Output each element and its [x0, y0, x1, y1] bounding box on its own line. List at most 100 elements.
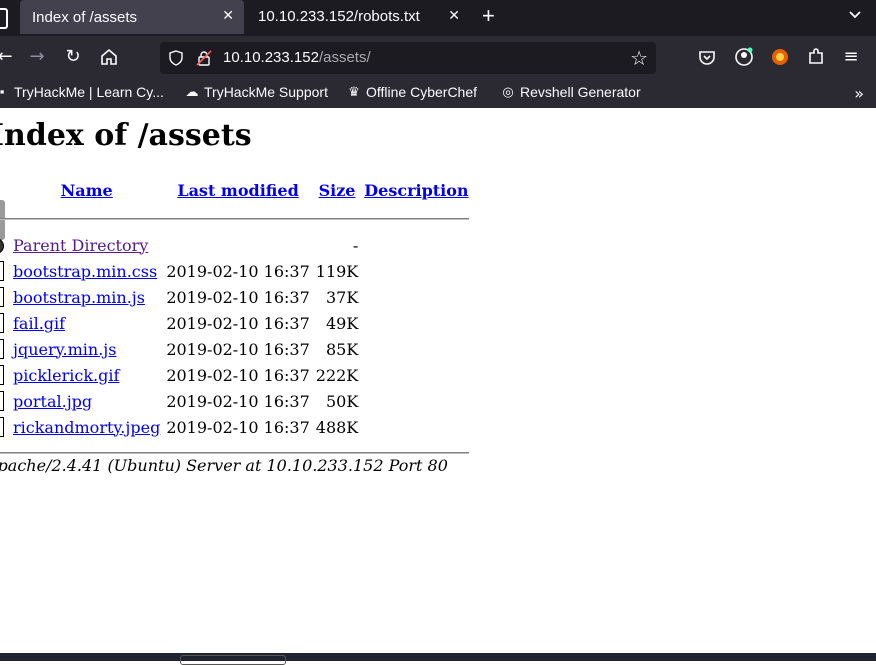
icon-cell [0, 310, 10, 336]
chevron-down-icon[interactable] [848, 8, 862, 22]
bookmarks-overflow-icon[interactable]: » [854, 84, 864, 103]
bookmark-label: Revshell Generator [520, 84, 641, 100]
name-cell: bootstrap.min.css [10, 258, 163, 284]
cloud-icon: ☁ [185, 84, 199, 99]
table-row: jquery.min.js 2019-02-10 16:37 85K [0, 336, 472, 362]
bookmark-label: Offline CyberChef [366, 84, 478, 100]
description-cell [361, 232, 471, 258]
bookmark-tryhackme[interactable]: ▪ TryHackMe | Learn Cy... [0, 84, 164, 100]
menu-hamburger-icon[interactable]: ≡ [840, 46, 862, 68]
icon-cell [0, 258, 10, 284]
tab-bar: Index of /assets ✕ 10.10.233.152/robots.… [0, 0, 876, 36]
parent-directory-link[interactable]: Parent Directory [13, 236, 148, 255]
size-cell: 222K [315, 365, 359, 385]
sort-by-description-link[interactable]: Description [364, 181, 468, 200]
extension-fox-icon[interactable] [769, 46, 791, 68]
chef-hat-icon: ♛ [348, 84, 360, 99]
tab-label: Index of /assets [32, 8, 138, 26]
modified-cell: 2019-02-10 16:37 [166, 339, 310, 359]
icon-cell [0, 414, 10, 440]
server-signature: Apache/2.4.41 (Ubuntu) Server at 10.10.2… [0, 456, 448, 475]
text-file-icon [0, 287, 4, 308]
name-cell: portal.jpg [10, 388, 163, 414]
reload-icon[interactable]: ↻ [62, 46, 84, 68]
file-link[interactable]: bootstrap.min.css [13, 262, 157, 281]
modified-cell: 2019-02-10 16:37 [166, 261, 310, 281]
tryhackme-icon: ▪ [0, 84, 5, 99]
url-path: /assets/ [318, 49, 371, 66]
icon-cell [0, 362, 10, 388]
description-cell [361, 414, 471, 440]
table-row: bootstrap.min.css 2019-02-10 16:37 119K [0, 258, 472, 284]
size-cell: - [352, 235, 359, 255]
forward-arrow-icon[interactable]: → [26, 46, 48, 68]
name-cell: picklerick.gif [10, 362, 163, 388]
bookmark-tryhackme-support[interactable]: ☁ TryHackMe Support [184, 84, 328, 100]
url-host: 10.10.233.152 [223, 49, 319, 66]
file-link[interactable]: fail.gif [13, 314, 65, 333]
modified-cell: 2019-02-10 16:37 [166, 313, 310, 333]
description-cell [361, 388, 471, 414]
image-file-icon [0, 365, 4, 386]
description-cell [361, 336, 471, 362]
extensions-puzzle-icon[interactable] [805, 46, 827, 68]
account-icon[interactable] [733, 46, 755, 68]
file-link[interactable]: bootstrap.min.js [13, 288, 145, 307]
tab-robots-txt[interactable]: 10.10.233.152/robots.txt ✕ [248, 0, 470, 33]
modified-cell: 2019-02-10 16:37 [166, 287, 310, 307]
page-title: Index of /assets [0, 118, 252, 153]
modified-cell [163, 232, 312, 258]
divider [0, 452, 469, 454]
file-link[interactable]: jquery.min.js [13, 340, 116, 359]
sort-by-last-modified-link[interactable]: Last modified [177, 181, 298, 200]
shield-icon[interactable] [168, 50, 184, 66]
bookmark-offline-cyberchef[interactable]: ♛ Offline CyberChef [346, 84, 477, 100]
new-tab-button[interactable]: + [482, 4, 495, 28]
size-cell: 49K [325, 313, 359, 333]
star-bookmark-icon[interactable]: ☆ [630, 46, 648, 70]
image-file-icon [0, 313, 4, 334]
modified-cell: 2019-02-10 16:37 [166, 391, 310, 411]
tab-label: 10.10.233.152/robots.txt [258, 8, 420, 25]
back-arrow-icon[interactable]: ← [0, 46, 16, 68]
taskbar-button[interactable] [180, 655, 286, 665]
table-row: fail.gif 2019-02-10 16:37 49K [0, 310, 472, 336]
url-bar[interactable]: 10.10.233.152/assets/ ☆ [160, 42, 656, 74]
name-cell: rickandmorty.jpeg [10, 414, 163, 440]
sort-by-name-link[interactable]: Name [61, 181, 113, 200]
file-link[interactable]: picklerick.gif [13, 366, 119, 385]
bookmarks-toolbar: ▪ TryHackMe | Learn Cy... ☁ TryHackMe Su… [0, 80, 876, 108]
bookmark-revshell-generator[interactable]: ◎ Revshell Generator [500, 84, 641, 100]
divider-row [0, 206, 472, 232]
file-link[interactable]: portal.jpg [13, 392, 92, 411]
taskbar [0, 653, 876, 665]
close-icon[interactable]: ✕ [448, 7, 460, 24]
firefox-view-icon[interactable] [0, 8, 8, 29]
table-header-row: Name Last modified Size Description [0, 174, 472, 206]
sort-by-size-link[interactable]: Size [319, 181, 356, 200]
file-link[interactable]: rickandmorty.jpeg [13, 418, 160, 437]
divider [0, 218, 469, 220]
size-cell: 119K [315, 261, 359, 281]
close-icon[interactable]: ✕ [222, 7, 234, 24]
icon-cell [0, 388, 10, 414]
icon-column-header [0, 174, 10, 206]
tab-index-of-assets[interactable]: Index of /assets ✕ [20, 0, 244, 34]
description-cell [361, 362, 471, 388]
navigation-toolbar: ← → ↻ 10.10.233.152/assets/ ☆ ≡ [0, 36, 876, 80]
home-icon[interactable] [98, 46, 120, 68]
size-column-header: Size [313, 174, 362, 206]
icon-cell [0, 232, 10, 258]
size-cell: 50K [325, 391, 359, 411]
size-cell: 37K [325, 287, 359, 307]
text-file-icon [0, 339, 4, 360]
icon-cell [0, 284, 10, 310]
pocket-icon[interactable] [696, 46, 718, 68]
modified-cell: 2019-02-10 16:37 [166, 365, 310, 385]
bookmark-label: TryHackMe Support [204, 84, 328, 100]
table-row: portal.jpg 2019-02-10 16:37 50K [0, 388, 472, 414]
last-modified-column-header: Last modified [163, 174, 312, 206]
description-cell [361, 284, 471, 310]
size-cell: 488K [315, 417, 359, 437]
insecure-lock-icon[interactable] [196, 50, 212, 66]
